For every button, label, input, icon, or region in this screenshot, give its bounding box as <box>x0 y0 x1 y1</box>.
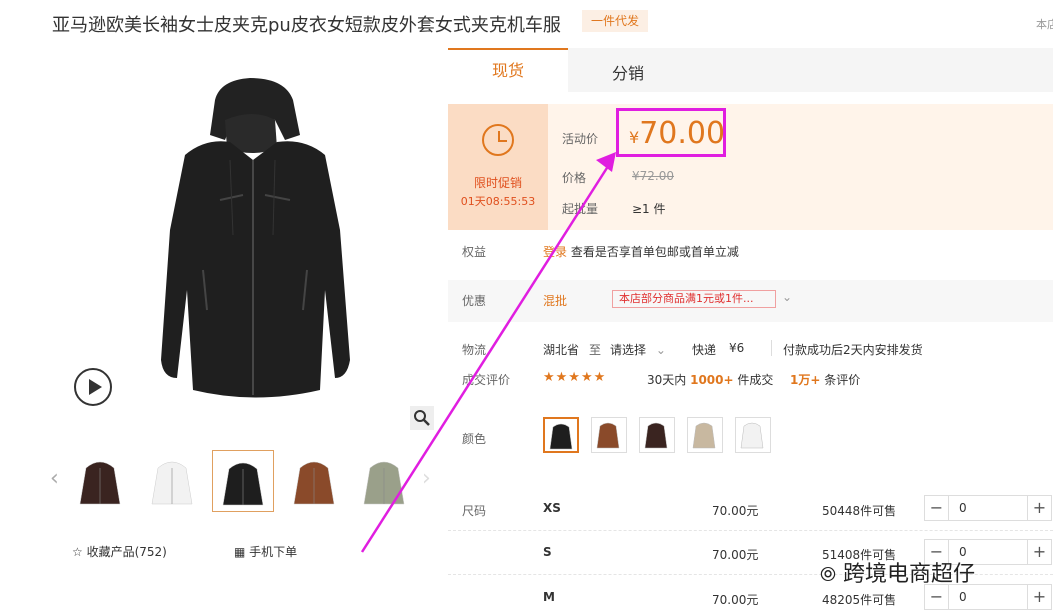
arrow-annotation <box>360 152 616 553</box>
